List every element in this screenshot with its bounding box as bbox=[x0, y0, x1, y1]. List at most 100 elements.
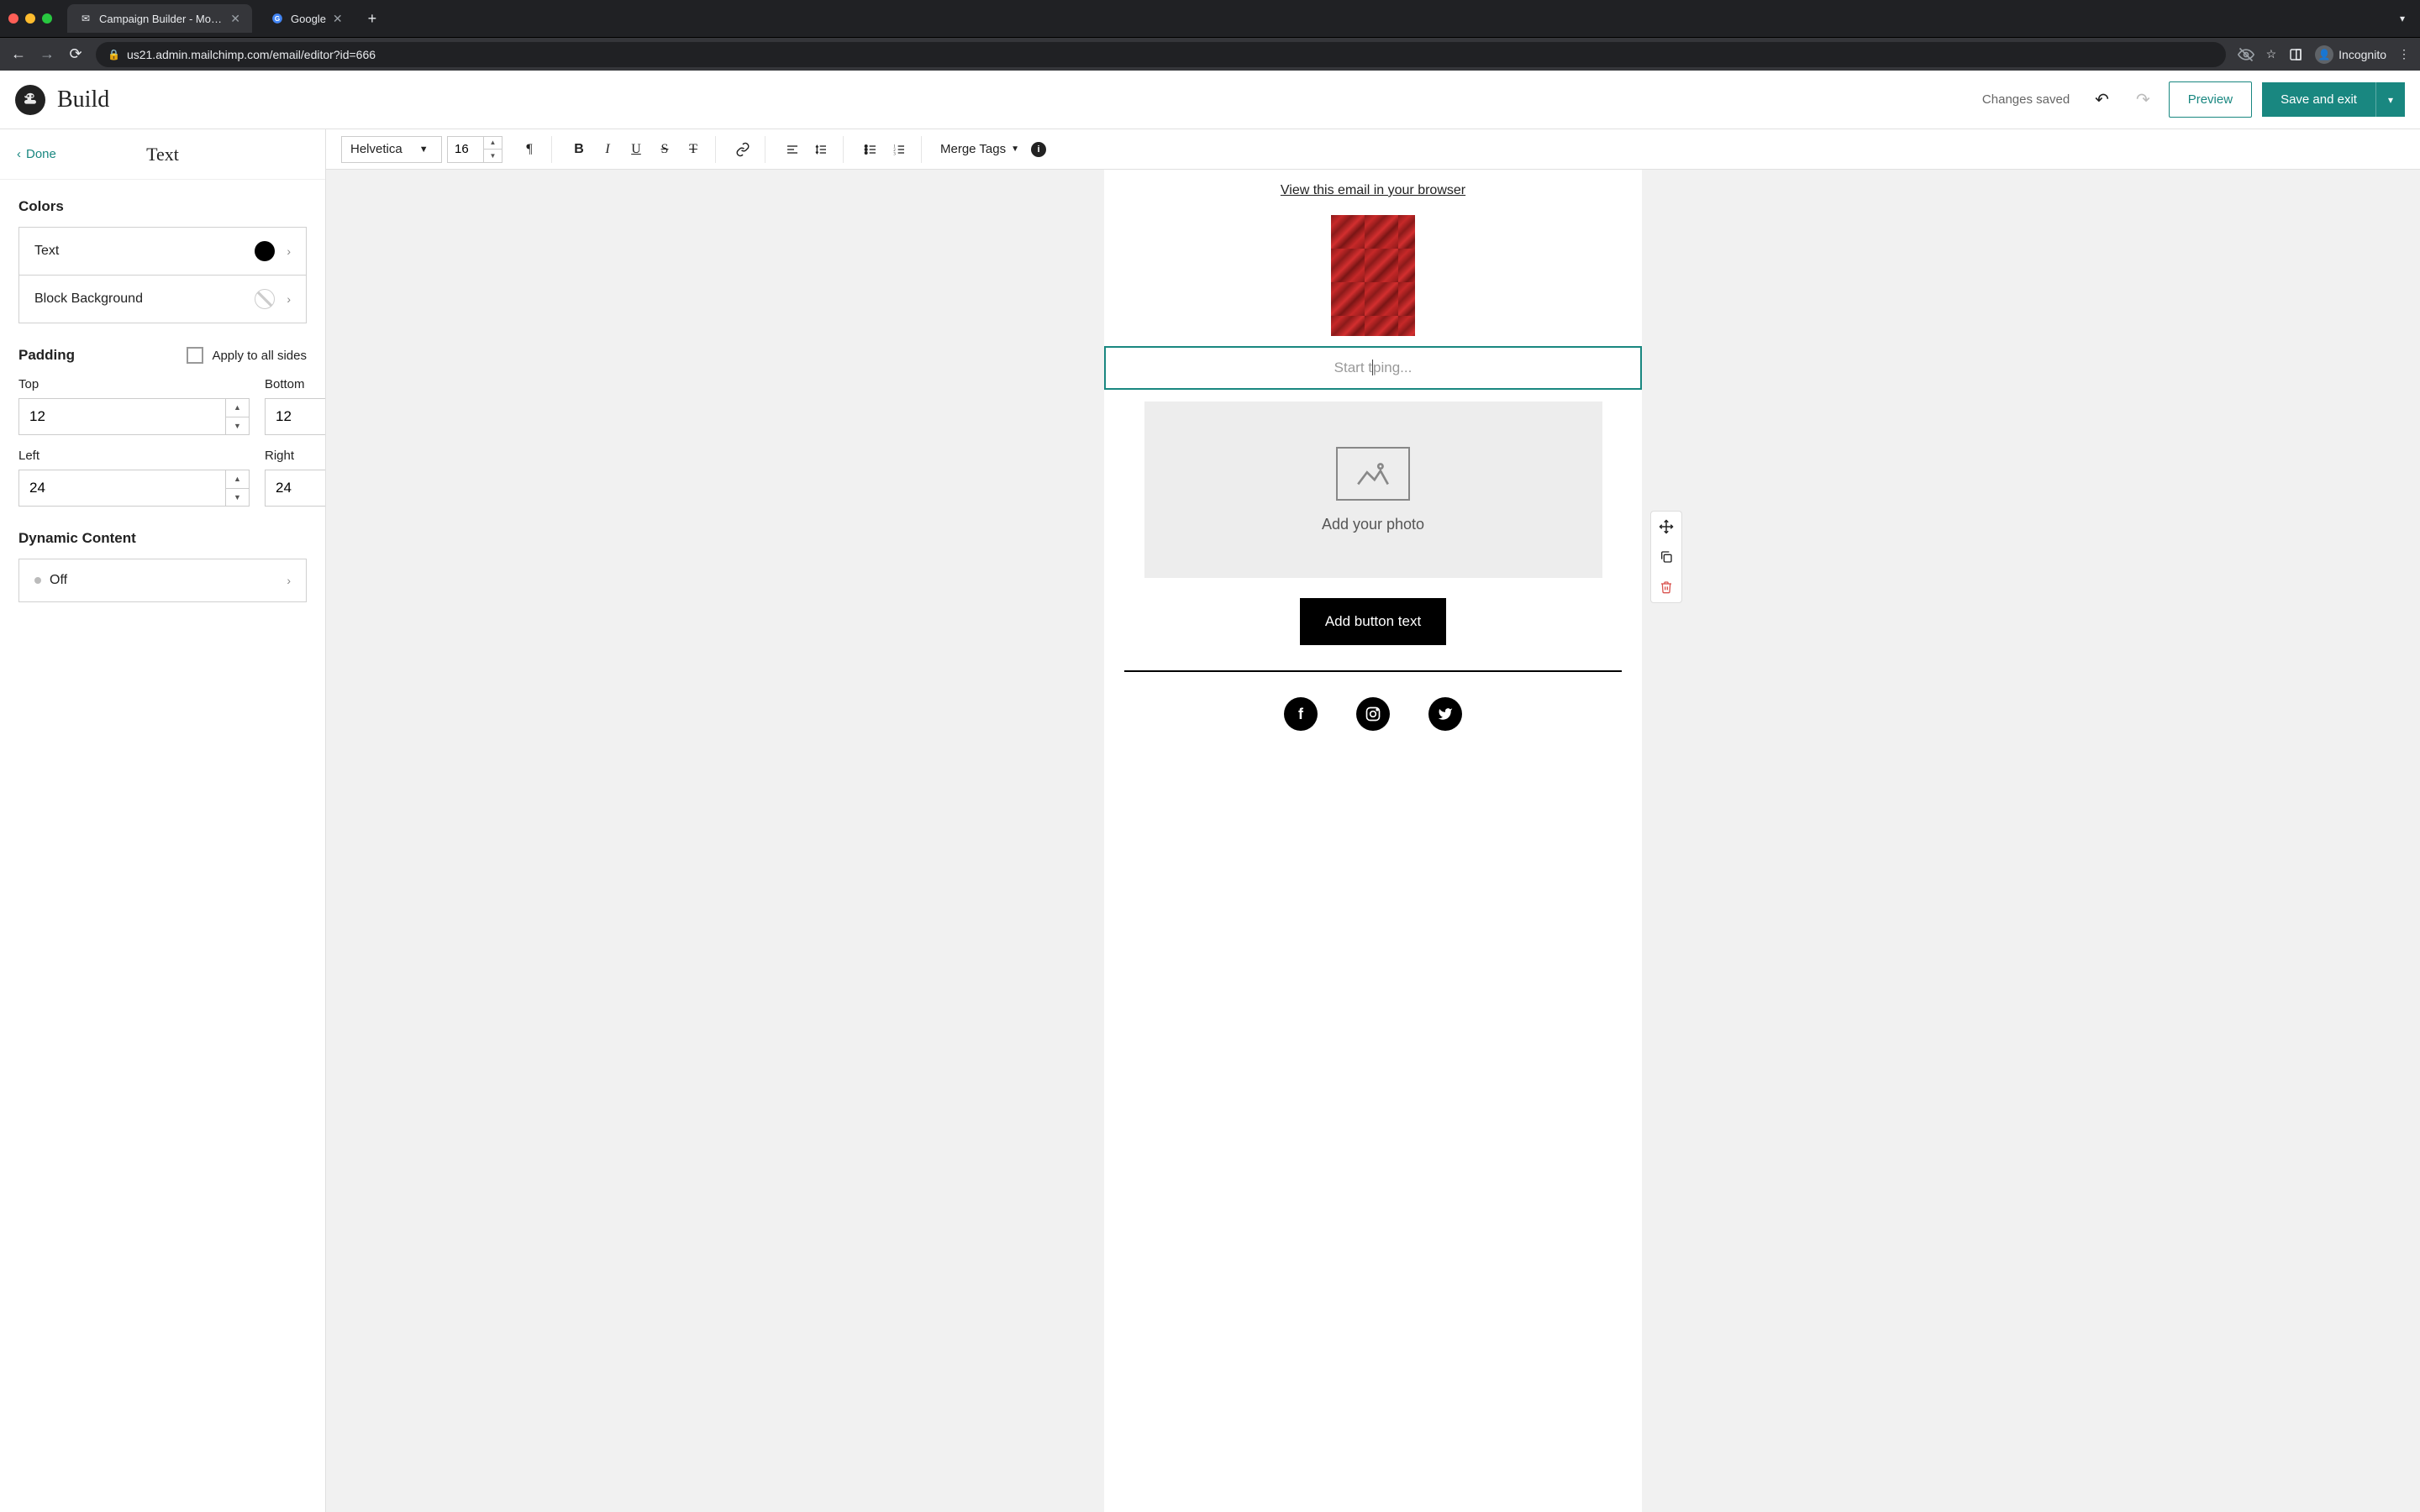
block-floating-toolbar bbox=[1650, 511, 1682, 603]
editor-canvas[interactable]: View this email in your browser Start tp… bbox=[326, 170, 2420, 1512]
paragraph-style-button[interactable]: ¶ bbox=[516, 136, 543, 163]
properties-sidebar: ‹ Done Text Colors Text › Block Backgrou… bbox=[0, 129, 326, 1512]
view-in-browser-link[interactable]: View this email in your browser bbox=[1281, 183, 1465, 197]
window-minimize-button[interactable] bbox=[25, 13, 35, 24]
clear-format-button[interactable]: T bbox=[680, 136, 707, 163]
padding-right-input[interactable]: ▲▼ bbox=[265, 470, 326, 507]
mailchimp-logo-icon[interactable] bbox=[15, 85, 45, 115]
chevron-right-icon: › bbox=[287, 244, 291, 258]
italic-button[interactable]: I bbox=[594, 136, 621, 163]
window-controls bbox=[8, 13, 52, 24]
app-header: Build Changes saved ↶ ↷ Preview Save and… bbox=[0, 71, 2420, 129]
extensions-icon[interactable] bbox=[2288, 47, 2303, 62]
tab-close-icon[interactable]: ✕ bbox=[333, 12, 343, 26]
strikethrough-button[interactable]: S bbox=[651, 136, 678, 163]
new-tab-button[interactable]: + bbox=[361, 10, 384, 28]
instagram-icon[interactable] bbox=[1356, 697, 1390, 731]
save-exit-dropdown[interactable]: ▾ bbox=[2375, 82, 2405, 117]
bookmark-star-icon[interactable]: ☆ bbox=[2266, 47, 2277, 61]
padding-bottom-input[interactable]: ▲▼ bbox=[265, 398, 326, 435]
padding-right-label: Right bbox=[265, 449, 326, 463]
underline-button[interactable]: U bbox=[623, 136, 650, 163]
padding-section-label: Padding bbox=[18, 347, 75, 364]
redo-button[interactable]: ↷ bbox=[2128, 84, 2159, 115]
merge-tags-dropdown[interactable]: Merge Tags ▼ bbox=[935, 142, 1024, 156]
browser-tab[interactable]: G Google ✕ bbox=[259, 4, 355, 33]
step-up-button[interactable]: ▲ bbox=[484, 137, 502, 150]
undo-button[interactable]: ↶ bbox=[2086, 84, 2118, 115]
window-maximize-button[interactable] bbox=[42, 13, 52, 24]
email-body: View this email in your browser Start tp… bbox=[1104, 170, 1642, 1512]
done-button[interactable]: ‹ Done bbox=[17, 147, 56, 161]
address-bar[interactable]: 🔒 us21.admin.mailchimp.com/email/editor?… bbox=[96, 42, 2226, 67]
sidebar-title: Text bbox=[146, 144, 179, 165]
block-background-row[interactable]: Block Background › bbox=[18, 276, 307, 323]
bullet-list-button[interactable] bbox=[857, 136, 884, 163]
font-family-select[interactable]: Helvetica ▼ bbox=[341, 136, 442, 163]
apply-all-sides-checkbox[interactable]: Apply to all sides bbox=[187, 347, 307, 364]
padding-bottom-label: Bottom bbox=[265, 377, 326, 391]
chevron-left-icon: ‹ bbox=[17, 147, 21, 161]
incognito-badge[interactable]: 👤 Incognito bbox=[2315, 45, 2386, 64]
twitter-icon[interactable] bbox=[1428, 697, 1462, 731]
padding-top-value[interactable] bbox=[19, 399, 225, 434]
dynamic-content-row[interactable]: Off › bbox=[18, 559, 307, 602]
align-button[interactable] bbox=[779, 136, 806, 163]
image-placeholder-icon bbox=[1336, 447, 1410, 501]
chrome-menu-icon[interactable]: ⋮ bbox=[2398, 47, 2410, 61]
tab-close-icon[interactable]: ✕ bbox=[230, 12, 240, 26]
lock-icon: 🔒 bbox=[108, 49, 120, 60]
save-status: Changes saved bbox=[1982, 92, 2070, 107]
preview-button[interactable]: Preview bbox=[2169, 81, 2252, 118]
padding-top-input[interactable]: ▲▼ bbox=[18, 398, 250, 435]
step-up-button[interactable]: ▲ bbox=[226, 470, 249, 489]
facebook-icon[interactable]: f bbox=[1284, 697, 1318, 731]
padding-right-value[interactable] bbox=[266, 470, 326, 506]
numbered-list-button[interactable]: 123 bbox=[886, 136, 913, 163]
browser-tab-active[interactable]: ✉ Campaign Builder - Mood Joy | ✕ bbox=[67, 4, 252, 33]
add-photo-label: Add your photo bbox=[1322, 516, 1424, 533]
image-placeholder-block[interactable]: Add your photo bbox=[1144, 402, 1602, 578]
reload-button[interactable]: ⟳ bbox=[67, 45, 84, 63]
mailchimp-favicon: ✉ bbox=[79, 12, 92, 25]
step-up-button[interactable]: ▲ bbox=[226, 399, 249, 417]
line-height-button[interactable] bbox=[808, 136, 834, 163]
hero-image[interactable] bbox=[1331, 215, 1415, 336]
eye-off-icon[interactable] bbox=[2238, 46, 2254, 63]
padding-bottom-value[interactable] bbox=[266, 399, 326, 434]
colors-section-label: Colors bbox=[18, 198, 307, 215]
text-color-swatch bbox=[255, 241, 275, 261]
chevron-right-icon: › bbox=[287, 574, 291, 587]
save-exit-button[interactable]: Save and exit bbox=[2262, 82, 2375, 117]
font-size-input[interactable]: ▲▼ bbox=[447, 136, 502, 163]
step-down-button[interactable]: ▼ bbox=[484, 150, 502, 162]
move-block-button[interactable] bbox=[1651, 512, 1681, 542]
url-text: us21.admin.mailchimp.com/email/editor?id… bbox=[127, 48, 376, 61]
step-down-button[interactable]: ▼ bbox=[226, 417, 249, 435]
incognito-icon: 👤 bbox=[2315, 45, 2333, 64]
chevron-down-icon: ▼ bbox=[1011, 144, 1019, 154]
tab-title: Campaign Builder - Mood Joy | bbox=[99, 13, 224, 25]
text-block-selected[interactable]: Start tping... bbox=[1104, 346, 1642, 390]
divider-block[interactable] bbox=[1124, 670, 1622, 672]
window-close-button[interactable] bbox=[8, 13, 18, 24]
google-favicon: G bbox=[271, 12, 284, 25]
incognito-label: Incognito bbox=[2338, 48, 2386, 61]
step-down-button[interactable]: ▼ bbox=[226, 489, 249, 507]
link-button[interactable] bbox=[729, 136, 756, 163]
cta-button-block[interactable]: Add button text bbox=[1300, 598, 1446, 645]
padding-left-input[interactable]: ▲▼ bbox=[18, 470, 250, 507]
duplicate-block-button[interactable] bbox=[1651, 542, 1681, 572]
text-color-row[interactable]: Text › bbox=[18, 227, 307, 276]
browser-tab-bar: ✉ Campaign Builder - Mood Joy | ✕ G Goog… bbox=[0, 0, 2420, 37]
no-color-swatch bbox=[255, 289, 275, 309]
forward-button[interactable]: → bbox=[39, 45, 55, 63]
delete-block-button[interactable] bbox=[1651, 572, 1681, 602]
info-icon[interactable]: i bbox=[1031, 142, 1046, 157]
padding-left-value[interactable] bbox=[19, 470, 225, 506]
url-bar: ← → ⟳ 🔒 us21.admin.mailchimp.com/email/e… bbox=[0, 37, 2420, 71]
bold-button[interactable]: B bbox=[566, 136, 592, 163]
back-button[interactable]: ← bbox=[10, 45, 27, 63]
dynamic-content-label: Dynamic Content bbox=[18, 530, 307, 547]
tab-overflow-icon[interactable]: ▾ bbox=[2393, 13, 2412, 24]
